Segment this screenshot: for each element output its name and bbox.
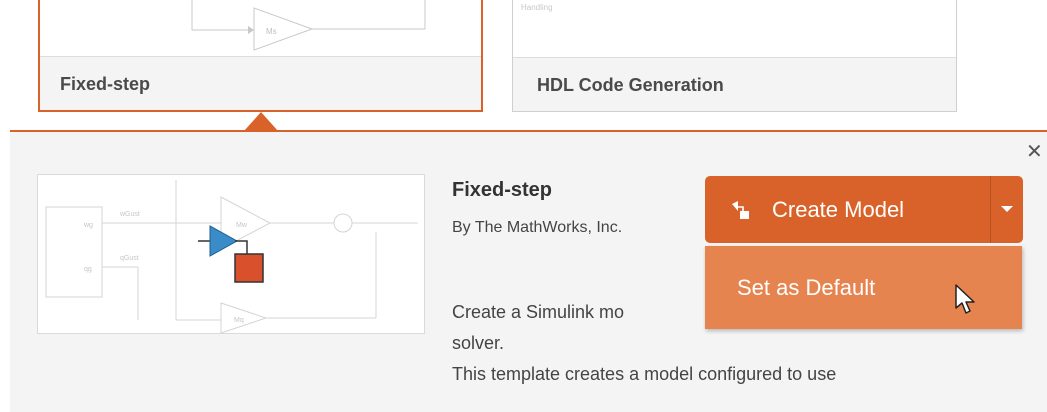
description-line: This template creates a model configured…: [452, 364, 837, 384]
template-card-fixed-step[interactable]: Ms Fixed-step: [38, 0, 483, 112]
diagram-label: Mw: [236, 222, 248, 229]
template-author: By The MathWorks, Inc.: [452, 219, 623, 236]
create-model-dropdown-button[interactable]: [991, 176, 1023, 243]
simulink-logo: [198, 225, 264, 283]
gain-label: Ms: [266, 27, 277, 36]
caret-down-icon: [1001, 206, 1013, 212]
create-model-label: Create Model: [772, 196, 905, 222]
thumbnail-snippet-text: Handling: [521, 3, 553, 12]
preview-diagram: wGust qGust wg qg Mw Mq: [45, 180, 418, 333]
create-model-button[interactable]: Create Model: [705, 176, 990, 243]
description-line: solver.: [452, 333, 505, 353]
close-icon[interactable]: ✕: [1026, 142, 1043, 162]
new-model-icon: [732, 200, 749, 219]
template-title: Fixed-step: [452, 179, 553, 201]
template-card-hdl-code-generation[interactable]: Handling HDL Code Generation: [512, 0, 957, 112]
diagram-label: qg: [84, 266, 92, 273]
template-preview: wGust qGust wg qg Mw Mq: [37, 174, 425, 334]
diagram-label: wg: [83, 222, 93, 229]
diagram-label: Mq: [234, 317, 244, 324]
template-card-label: Fixed-step: [40, 56, 481, 110]
diagram-label: qGust: [120, 255, 139, 262]
selection-pointer: [244, 112, 278, 131]
mouse-pointer-icon: [955, 284, 975, 314]
template-card-label: HDL Code Generation: [513, 57, 956, 111]
thumbnail-diagram: Ms: [191, 0, 426, 51]
diagram-label: wGust: [119, 211, 140, 218]
template-thumbnail: Ms: [40, 0, 481, 56]
template-thumbnail: Handling: [513, 0, 956, 55]
